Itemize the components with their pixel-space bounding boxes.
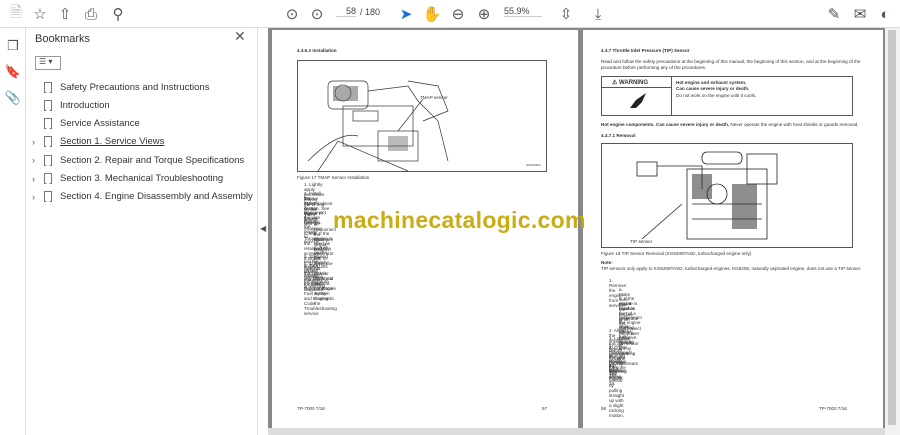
warning-box: ⚠ WARNING Hot engine and exhaust system.… (601, 76, 853, 116)
tip-callout: TIP sensor (630, 239, 653, 244)
zoom-in-icon[interactable]: ⊕ (474, 4, 494, 24)
bookmark-flag-icon (44, 81, 52, 93)
warning-text: WARNING (619, 80, 649, 86)
close-icon[interactable]: ✕ (234, 28, 246, 45)
bookmark-flag-icon (44, 191, 52, 203)
warning-line: Hot engine and exhaust system. (676, 80, 747, 85)
warning-line: Can cause severe injury or death. (676, 86, 750, 91)
bookmark-label: Section 3. Mechanical Troubleshooting (60, 173, 224, 184)
search-icon[interactable]: ⚲ (108, 4, 128, 24)
next-page-icon[interactable]: ⊙ (307, 4, 327, 24)
instruction-step: 6. Remove TIP sensor by pulling straight… (609, 362, 627, 418)
chevron-right-icon[interactable]: › (32, 155, 42, 165)
page-footer-left: 58 (601, 406, 607, 411)
bookmark-flag-icon (44, 136, 52, 148)
tmap-callout: TMAP sensor (420, 95, 448, 100)
page-58: 4.3.7 Throttle Inlet Pressure (TIP) Sens… (583, 30, 883, 428)
bookmark-label: Service Assistance (60, 118, 140, 130)
intro-line: Read and follow the safety precautions a… (601, 59, 861, 64)
bookmark-item[interactable]: › Section 3. Mechanical Troubleshooting (26, 170, 258, 188)
hot-warning-bold: Hot engine components. Can cause severe … (601, 122, 730, 127)
bookmarks-icon[interactable]: 🔖 (3, 62, 23, 82)
bookmark-flag-icon (44, 173, 52, 184)
engine-illustration (307, 80, 449, 172)
page-footer-right: TP-7000 7/16 (819, 406, 847, 411)
bookmark-flag-icon (44, 154, 52, 166)
account-icon[interactable]: ◐ (875, 4, 895, 24)
horizontal-scrollbar[interactable] (268, 428, 885, 435)
bookmark-item[interactable]: › Section 1. Service Views (26, 133, 258, 151)
bookmark-flag-icon (44, 99, 52, 111)
warning-graphic: ⚠ WARNING (602, 77, 672, 115)
figure-caption: Figure 17 TMAP Sensor Installation (297, 175, 370, 180)
bookmark-item[interactable]: › Section 2. Repair and Torque Specificat… (26, 151, 258, 169)
zoom-out-icon[interactable]: ⊖ (448, 4, 468, 24)
page-footer-left: TP-7000 7/16 (297, 406, 325, 411)
subsection-heading: 4.3.7.1 Removal (601, 133, 636, 138)
chevron-right-icon[interactable]: › (32, 174, 42, 184)
warning-label: ⚠ WARNING (612, 80, 649, 86)
engine-illustration (636, 151, 778, 240)
chevron-right-icon[interactable]: › (32, 192, 42, 202)
bookmark-label: Section 1. Service Views (60, 136, 165, 148)
scroll-mode-icon[interactable]: ⤓ (588, 4, 608, 24)
bookmark-options-button[interactable]: ☰ ▾ (35, 56, 61, 70)
note-label: Note: (601, 260, 613, 265)
page-footer-right: 57 (542, 406, 548, 411)
previous-page-icon[interactable]: ⊙ (282, 4, 302, 24)
hot-warning-text: Never operate the engine with heat shiel… (729, 122, 859, 127)
figure-17: TMAP sensor GM116102 (297, 60, 547, 172)
attachments-icon[interactable]: 📎 (3, 88, 23, 108)
upload-cloud-icon[interactable]: ⇧ (55, 4, 75, 24)
bookmark-item[interactable]: Introduction (26, 96, 258, 114)
zoom-level-select[interactable]: 55.9% (504, 6, 542, 17)
bookmarks-panel: Bookmarks ✕ ☰ ▾ Safety Precautions and I… (26, 28, 258, 435)
collapse-panel-icon[interactable]: ◀ (260, 224, 266, 233)
bookmark-label: Safety Precautions and Instructions (60, 81, 210, 93)
bookmark-label: Introduction (60, 99, 110, 111)
bookmark-item[interactable]: Safety Precautions and Instructions (26, 78, 258, 96)
scrollbar-thumb[interactable] (888, 30, 896, 425)
bookmark-label: Section 2. Repair and Torque Specificati… (60, 154, 245, 166)
bookmark-item[interactable]: Service Assistance (26, 115, 258, 133)
bookmark-flag-icon (44, 118, 52, 130)
save-icon[interactable]: 🗎 (6, 4, 26, 24)
watermark: machinecatalogic.com (333, 207, 586, 233)
bookmark-label: Section 4. Engine Disassembly and Assemb… (60, 191, 253, 203)
toolbar: 🗎 ☆ ⇧ ⎙ ⚲ ⊙ ⊙ 58 / 180 ➤ ✋ ⊖ ⊕ 55.9% ⇳ ⤓… (0, 0, 900, 28)
sign-icon[interactable]: ✎ (824, 4, 844, 24)
figure-code: GM116102 (526, 163, 541, 167)
bookmark-item[interactable]: › Section 4. Engine Disassembly and Assem… (26, 188, 258, 206)
print-icon[interactable]: ⎙ (81, 4, 101, 24)
note-text: TIP sensors only apply to KG6208TASD, tu… (601, 266, 862, 271)
bookmark-star-icon[interactable]: ☆ (30, 4, 50, 24)
intro-line: procedure before performing any of the p… (601, 65, 707, 70)
left-rail: ❐ 🔖 📎 (0, 28, 26, 435)
hot-surface-icon (626, 93, 648, 110)
figure-caption: Figure 18 TIP Sensor Removal (KG6208TASD… (601, 251, 752, 256)
chevron-right-icon[interactable]: › (32, 137, 42, 147)
page-number-input[interactable]: 58 (336, 6, 356, 17)
section-heading: 4.3.7 Throttle Inlet Pressure (TIP) Sens… (601, 48, 690, 53)
instruction-step: manual for further diagnosis. (304, 276, 325, 292)
mail-icon[interactable]: ✉ (850, 4, 870, 24)
hand-tool-icon[interactable]: ✋ (422, 4, 442, 24)
pages-thumbnail-icon[interactable]: ❐ (3, 36, 23, 56)
figure-18: TIP sensor (601, 143, 853, 248)
bookmarks-title: Bookmarks (35, 33, 91, 45)
select-cursor-icon[interactable]: ➤ (396, 4, 416, 24)
fit-page-icon[interactable]: ⇳ (556, 4, 576, 24)
section-heading: 4.3.6.2 Installation (297, 48, 337, 53)
page-total: / 180 (360, 7, 381, 17)
warning-line: Do not work on the engine until it cools… (676, 93, 757, 98)
